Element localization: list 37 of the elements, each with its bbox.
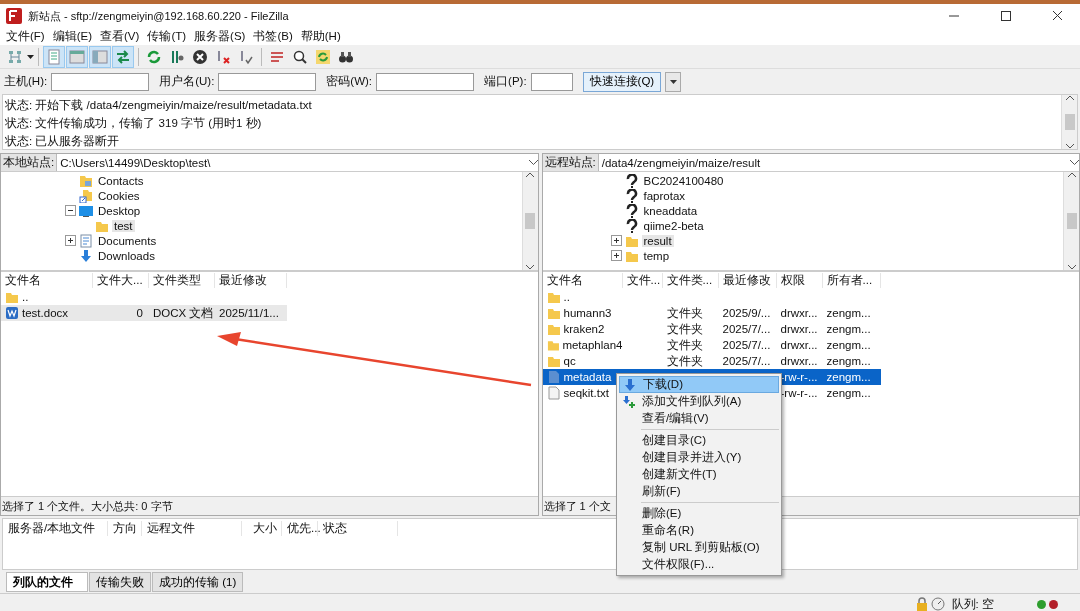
table-cell-text: 2025/7/... — [721, 354, 772, 369]
field-label: 端口(P): — [484, 74, 527, 89]
field-label: 主机(H): — [4, 74, 48, 89]
table-cell-text: DOCX 文档 — [152, 305, 215, 321]
table-cell-text: drwxr... — [779, 354, 819, 369]
table-cell-text: drwxr... — [779, 306, 819, 321]
field-label: 用户名(U): — [159, 74, 215, 89]
table-cell-text: zengm... — [825, 306, 872, 321]
table-cell-text: 文件夹 — [665, 337, 704, 353]
path-text: C:\Users\14499\Desktop\test\ — [59, 156, 212, 169]
table-cell-text: 2025/7/... — [721, 322, 772, 337]
table-cell-text: zengm... — [825, 386, 872, 401]
field-label: 密码(W): — [326, 74, 373, 89]
table-cell-text: drwxr... — [779, 322, 819, 337]
site-label: 远程站点: — [542, 154, 599, 171]
table-cell-text: -rw-r-... — [779, 370, 819, 385]
table-cell-text: 文件夹 — [665, 353, 704, 369]
log-line: 状态: 已从服务器断开 — [5, 134, 121, 149]
table-cell-text: zengm... — [825, 354, 872, 369]
path-text: /data4/zengmeiyin/maize/result — [600, 156, 762, 169]
table-cell-text: 0 — [135, 306, 144, 321]
status-text: 选择了 1 个文件。大小总共: 0 字节 — [1, 496, 538, 515]
table-cell-text: 文件夹 — [665, 305, 704, 321]
table-cell-text: zengm... — [825, 370, 872, 385]
window-title: 新站点 - sftp://zengmeiyin@192.168.60.220 - FileZilla — [28, 8, 290, 24]
log-line: 状态: 开始下载 /data4/zengmeiyin/maize/result/metadata.txt — [5, 98, 313, 113]
table-cell-text: -rw-r-... — [779, 386, 819, 401]
queue-status: 队列: 空 — [951, 596, 994, 611]
table-cell-text: 2025/9/... — [721, 306, 772, 321]
table-cell-text: zengm... — [825, 338, 872, 353]
table-cell-text: zengm... — [825, 322, 872, 337]
table-cell-text: 文件夹 — [665, 321, 704, 337]
table-cell-text: 2025/7/... — [721, 338, 772, 353]
log-line: 状态: 文件传输成功，传输了 319 字节 (用时1 秒) — [5, 116, 263, 131]
table-cell-text: drwxr... — [779, 338, 819, 353]
site-label: 本地站点: — [1, 154, 58, 171]
table-cell-text: 2025/11/1... — [218, 306, 280, 321]
